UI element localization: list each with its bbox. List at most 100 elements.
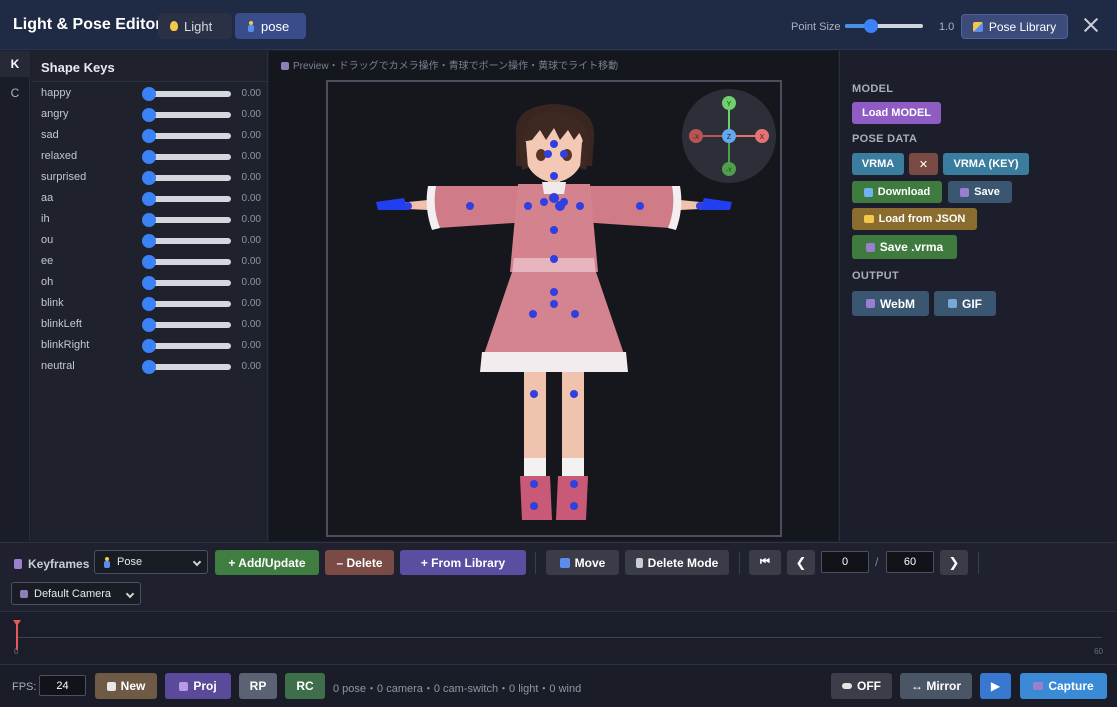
shape-key-value: 0.00 bbox=[241, 319, 261, 330]
shape-key-row: oh 0.00 bbox=[41, 272, 261, 293]
save-vrma-label: Save .vrma bbox=[879, 240, 944, 254]
rp-button[interactable]: RP bbox=[239, 673, 277, 699]
shape-key-slider[interactable] bbox=[142, 255, 231, 269]
shape-key-row: blink 0.00 bbox=[41, 293, 261, 314]
shape-key-thumb[interactable] bbox=[142, 213, 156, 227]
shape-key-slider[interactable] bbox=[142, 339, 231, 353]
timeline-track[interactable]: 0 60 bbox=[11, 618, 1107, 659]
shape-key-value: 0.00 bbox=[241, 298, 261, 309]
keyframe-type-select[interactable]: Pose bbox=[94, 550, 208, 574]
fps-input[interactable]: 24 bbox=[39, 675, 86, 696]
shape-key-slider[interactable] bbox=[142, 276, 231, 290]
next-frame-button[interactable]: ❯ bbox=[940, 550, 968, 575]
shape-key-slider[interactable] bbox=[142, 234, 231, 248]
move-button[interactable]: Move bbox=[546, 550, 619, 575]
current-frame-input[interactable]: 0 bbox=[821, 551, 869, 573]
figure-icon bbox=[103, 556, 111, 568]
shape-key-row: sad 0.00 bbox=[41, 125, 261, 146]
shape-key-value: 0.00 bbox=[241, 193, 261, 204]
shape-key-thumb[interactable] bbox=[142, 234, 156, 248]
capture-label: Capture bbox=[1048, 679, 1094, 693]
rc-button[interactable]: RC bbox=[285, 673, 325, 699]
camera-select[interactable]: Default Camera bbox=[11, 582, 141, 605]
shape-key-row: blinkRight 0.00 bbox=[41, 335, 261, 356]
load-json-button[interactable]: Load from JSON bbox=[852, 208, 977, 230]
download-label: Download bbox=[877, 186, 931, 198]
webm-button[interactable]: WebM bbox=[852, 291, 929, 316]
side-tab-c[interactable]: C bbox=[0, 80, 30, 106]
delete-keyframe-button[interactable]: – Delete bbox=[325, 550, 394, 575]
close-icon[interactable] bbox=[1082, 16, 1100, 34]
axis-gizmo[interactable]: Y -Y X -X Z bbox=[682, 89, 776, 183]
shape-key-thumb[interactable] bbox=[142, 108, 156, 122]
pose-library-button[interactable]: Pose Library bbox=[961, 14, 1068, 39]
proj-button[interactable]: Proj bbox=[165, 673, 231, 699]
keyframe-icon bbox=[14, 559, 22, 569]
shape-key-slider[interactable] bbox=[142, 297, 231, 311]
side-tab-k[interactable]: K bbox=[0, 51, 30, 77]
save-vrma-button[interactable]: Save .vrma bbox=[852, 235, 957, 259]
shape-key-row: blinkLeft 0.00 bbox=[41, 314, 261, 335]
playhead[interactable] bbox=[16, 620, 18, 650]
shape-key-thumb[interactable] bbox=[142, 255, 156, 269]
shape-key-slider[interactable] bbox=[142, 192, 231, 206]
shape-key-row: angry 0.00 bbox=[41, 104, 261, 125]
shape-key-value: 0.00 bbox=[241, 340, 261, 351]
point-size-slider[interactable] bbox=[845, 19, 923, 33]
first-frame-button[interactable]: ⏮ bbox=[749, 550, 781, 575]
shape-key-label: blinkRight bbox=[41, 339, 90, 351]
shape-key-slider[interactable] bbox=[142, 360, 231, 374]
prev-frame-button[interactable]: ❮ bbox=[787, 550, 815, 575]
sleeve-left bbox=[430, 186, 528, 228]
vrma-key-button[interactable]: VRMA (KEY) bbox=[943, 153, 1029, 175]
3d-viewport[interactable]: Y -Y X -X Z bbox=[326, 80, 782, 537]
shape-key-thumb[interactable] bbox=[142, 318, 156, 332]
shape-key-slider[interactable] bbox=[142, 318, 231, 332]
capture-button[interactable]: Capture bbox=[1020, 673, 1107, 699]
download-icon bbox=[863, 187, 873, 197]
shape-key-thumb[interactable] bbox=[142, 297, 156, 311]
from-library-button[interactable]: + From Library bbox=[400, 550, 526, 575]
load-model-button[interactable]: Load MODEL bbox=[852, 102, 941, 124]
shape-key-thumb[interactable] bbox=[142, 339, 156, 353]
vrma-button[interactable]: VRMA bbox=[852, 153, 904, 175]
shape-key-slider[interactable] bbox=[142, 150, 231, 164]
add-update-button[interactable]: + Add/Update bbox=[215, 550, 319, 575]
tab-pose[interactable]: pose bbox=[235, 13, 306, 39]
play-button[interactable]: ▶ bbox=[980, 673, 1011, 699]
shape-key-thumb[interactable] bbox=[142, 150, 156, 164]
axis-gizmo-graphic: Y -Y X -X Z bbox=[689, 96, 769, 176]
remove-vrma-button[interactable]: ✕ bbox=[909, 153, 938, 175]
shape-key-thumb[interactable] bbox=[142, 129, 156, 143]
shape-key-slider[interactable] bbox=[142, 129, 231, 143]
total-frames-input[interactable]: 60 bbox=[886, 551, 934, 573]
shape-key-value: 0.00 bbox=[241, 256, 261, 267]
camera-icon bbox=[1033, 682, 1044, 690]
off-toggle-button[interactable]: OFF bbox=[831, 673, 892, 699]
shape-key-thumb[interactable] bbox=[142, 192, 156, 206]
save-button[interactable]: Save bbox=[948, 181, 1012, 203]
shape-key-slider[interactable] bbox=[142, 108, 231, 122]
shape-key-label: angry bbox=[41, 108, 69, 120]
delete-mode-button[interactable]: Delete Mode bbox=[625, 550, 729, 575]
shape-key-slider[interactable] bbox=[142, 87, 231, 101]
axis-z-label: Z bbox=[727, 134, 732, 141]
tab-light[interactable]: Light bbox=[158, 13, 232, 39]
point-size-thumb[interactable] bbox=[863, 19, 878, 33]
shape-key-slider[interactable] bbox=[142, 213, 231, 227]
shape-key-label: surprised bbox=[41, 171, 87, 183]
mirror-button[interactable]: ↔ Mirror bbox=[900, 673, 972, 699]
side-tab-strip: K C bbox=[0, 51, 30, 541]
shape-key-row: surprised 0.00 bbox=[41, 167, 261, 188]
shape-key-thumb[interactable] bbox=[142, 87, 156, 101]
new-button[interactable]: New bbox=[95, 673, 157, 699]
download-button[interactable]: Download bbox=[852, 181, 942, 203]
shape-key-slider[interactable] bbox=[142, 171, 231, 185]
footer-bar: FPS: 24 New Proj RP RC 0 pose・0 camera・0… bbox=[0, 664, 1117, 707]
shape-key-thumb[interactable] bbox=[142, 171, 156, 185]
point-size-value: 1.0 bbox=[939, 21, 955, 33]
delete-mode-label: Delete Mode bbox=[647, 555, 719, 570]
shape-key-thumb[interactable] bbox=[142, 276, 156, 290]
gif-button[interactable]: GIF bbox=[934, 291, 996, 316]
shape-key-thumb[interactable] bbox=[142, 360, 156, 374]
